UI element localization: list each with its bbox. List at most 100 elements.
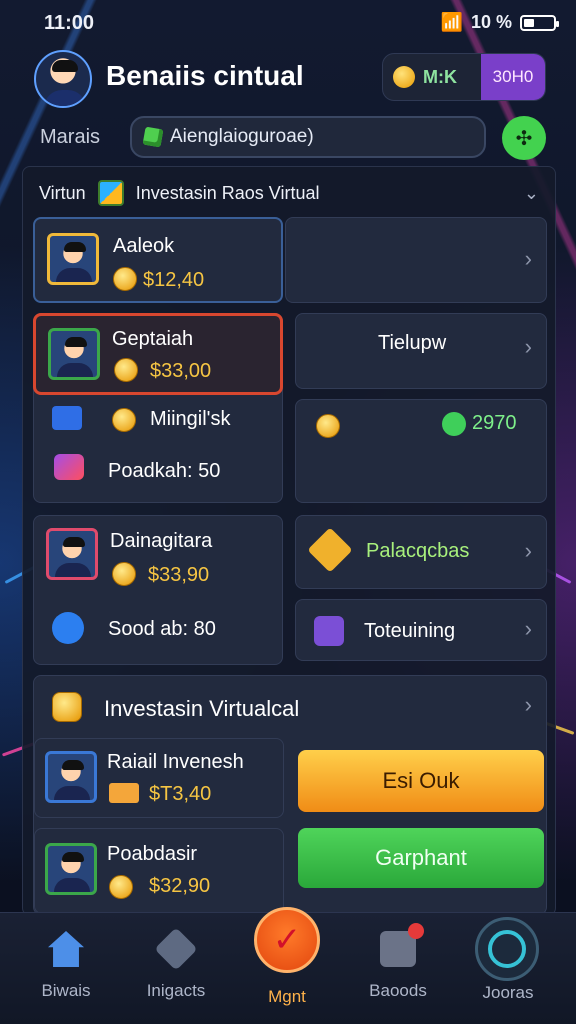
stats-card-c[interactable]: Tielupw › [295,313,547,389]
page-title: Benaiis cintual [106,60,304,91]
primary-button-label: Esi Ouk [382,768,460,793]
stats-card-c-value[interactable]: 2970 [295,399,547,503]
tab-mgnt[interactable]: Mgnt [237,987,337,1007]
gear-coin-icon [112,408,136,432]
section-title: Investasin Virtualcal [104,696,300,721]
panel-header[interactable]: Virtun Investasin Raos Virtual ⌄ [39,179,539,207]
investor-avatar [47,233,99,285]
center-action-button[interactable]: ✓ [254,907,320,973]
action-label: Palacqcbas [366,540,470,562]
chevron-down-icon[interactable]: ⌄ [524,183,539,204]
product-label: Poadkah: 50 [108,460,221,482]
invest-item-1[interactable]: Poabdasir $32,90 [34,828,284,914]
tab-label: Inigacts [146,981,206,1000]
investment-section: Investasin Virtualcal › Raiail Invenesh … [33,675,547,915]
wallet-badge[interactable]: M:K 30H0 [382,53,546,101]
coin-icon [114,358,138,382]
tab-boards[interactable]: Baoods [348,923,448,1001]
investor-card-b-group: Geptaiah $33,00 Miingil'sk Poadkah: 50 [33,313,283,503]
invest-name: Poabdasir [107,843,198,865]
mail-icon [109,783,139,803]
send-icon [52,612,84,644]
header: Benaiis cintual M:K 30H0 [34,50,554,110]
house-icon [48,931,84,967]
chevron-right-icon[interactable]: › [525,692,532,718]
battery-percent: 10 % [470,12,512,32]
chevron-right-icon: › [524,538,532,563]
search-row: Marais Aienglaioguroae) ✣ [40,116,546,160]
invest-item-0[interactable]: Raiail Invenesh $T3,40 [34,738,284,818]
coin-icon [109,875,133,899]
inbox-icon [380,923,424,967]
money-bag-icon [52,692,82,722]
search-input[interactable]: Aienglaioguroae) [130,116,486,158]
chat-icon [52,406,82,430]
panel-prefix: Virtun [39,182,86,203]
card-a-extension[interactable]: › [285,217,547,303]
invest-money: $T3,40 [149,783,212,805]
tab-label: Biwais [41,981,91,1000]
tag-icon [154,927,198,971]
tab-home[interactable]: Biwais [16,931,116,1001]
investor-avatar [48,328,100,380]
coin-icon [112,562,136,586]
invest-money: $32,90 [149,875,211,897]
wallet-amount: 30H0 [481,54,545,100]
tab-jooras[interactable]: Jooras [458,983,558,1003]
shield-icon [307,527,353,573]
action-label: Toteuining [364,620,456,642]
chevron-right-icon: › [524,616,532,641]
tab-label: Jooras [482,983,534,1002]
status-bar: 11:00 📶 10 % [0,0,576,46]
bottom-tab-bar: Biwais Inigacts ✓ Mgnt Baoods Jooras [0,907,576,1024]
investor-avatar [46,528,98,580]
secondary-button[interactable]: Garphant [298,828,544,888]
investor-card-a[interactable]: Aaleok $12,40 [33,217,283,303]
stats-title: Tielupw [378,332,447,354]
main-panel: Virtun Investasin Raos Virtual ⌄ Aaleok … [22,166,556,916]
tab-jooras-icon-button[interactable] [475,917,539,981]
investor-name: Geptaiah [112,328,194,350]
investor-card-d[interactable]: Dainagitara $33,90 Sood ab: 80 [33,515,283,665]
purple-box-icon [314,616,344,646]
tab-label: Mgnt [268,987,306,1006]
stats-value: 2970 [472,412,517,434]
avatar[interactable] [34,50,92,108]
search-label: Marais [40,126,101,148]
panel-title: Investasin Raos Virtual [135,182,320,203]
status-time: 11:00 [44,12,95,34]
tab-label: Baoods [369,981,427,1000]
investor-avatar [45,751,97,803]
refresh-icon [488,930,526,968]
investor-money: $33,00 [150,360,212,382]
gems-icon [54,454,84,480]
investor-name: Aaleok [113,235,175,257]
coin-icon [113,267,137,291]
game-controller-button[interactable]: ✣ [502,116,546,160]
investor-money: $12,40 [143,269,205,291]
investor-avatar [45,843,97,895]
notification-badge [408,923,424,939]
chevron-right-icon: › [524,334,532,359]
primary-button[interactable]: Esi Ouk [298,750,544,812]
cube-icon [142,126,164,148]
action-card-e[interactable]: Palacqcbas › [295,515,547,589]
green-coin-icon [442,412,466,436]
chevron-right-icon: › [524,246,532,271]
mining-label: Miingil'sk [150,408,231,430]
wifi-icon: 📶 [440,12,463,32]
investor-card-b[interactable]: Geptaiah $33,00 [33,313,283,395]
invest-name: Raiail Invenesh [107,751,244,773]
sold-label: Sood ab: 80 [108,618,216,640]
action-card-f[interactable]: Toteuining › [295,599,547,661]
flag-icon [97,180,124,206]
investor-money: $33,90 [148,564,210,586]
search-value: Aienglaioguroae) [170,126,314,147]
tab-impacts[interactable]: Inigacts [126,927,226,1001]
gear-coin-icon [316,414,340,438]
coin-icon [393,66,415,88]
battery-icon [520,14,559,31]
wallet-label: M:K [423,66,457,87]
investor-name: Dainagitara [110,530,213,552]
secondary-button-label: Garphant [375,845,467,870]
